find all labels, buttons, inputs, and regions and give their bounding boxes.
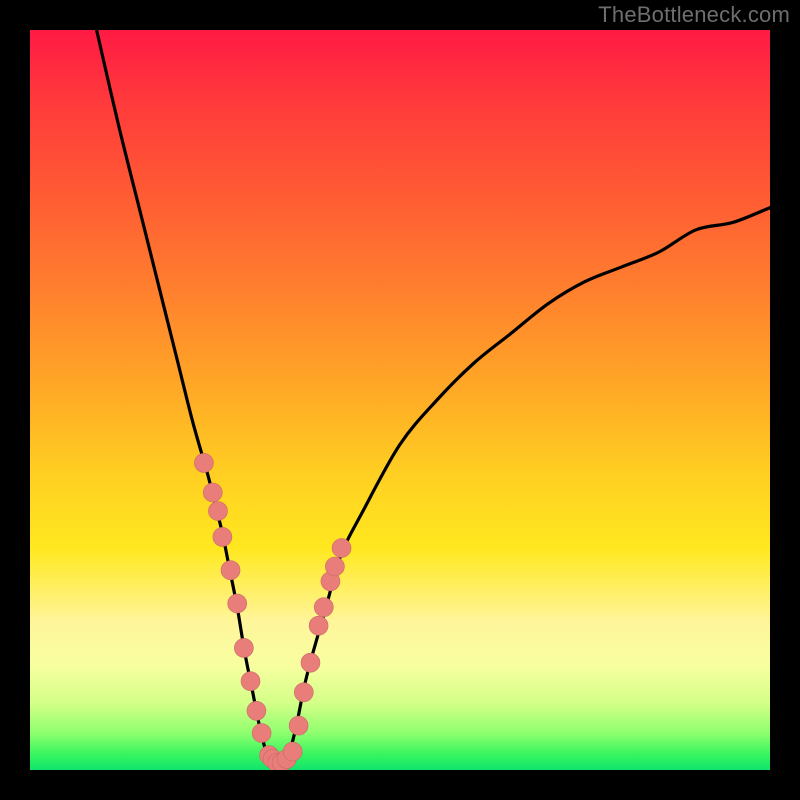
highlight-marker: [252, 724, 271, 743]
highlight-marker: [221, 561, 240, 580]
highlight-marker: [241, 672, 260, 691]
highlight-marker: [332, 539, 351, 558]
highlight-marker: [247, 701, 266, 720]
chart-overlay: [30, 30, 770, 770]
chart-frame: TheBottleneck.com: [0, 0, 800, 800]
curve-right-branch: [289, 208, 770, 756]
highlight-marker: [301, 653, 320, 672]
highlight-marker: [234, 638, 253, 657]
highlight-marker: [289, 716, 308, 735]
highlight-markers: [194, 453, 351, 770]
highlight-marker: [208, 502, 227, 521]
highlight-marker: [314, 598, 333, 617]
highlight-marker: [294, 683, 313, 702]
highlight-marker: [325, 557, 344, 576]
highlight-marker: [228, 594, 247, 613]
highlight-marker: [213, 527, 232, 546]
plot-area: [30, 30, 770, 770]
highlight-marker: [194, 453, 213, 472]
highlight-marker: [309, 616, 328, 635]
highlight-marker: [203, 483, 222, 502]
watermark-text: TheBottleneck.com: [598, 2, 790, 28]
highlight-marker: [283, 742, 302, 761]
